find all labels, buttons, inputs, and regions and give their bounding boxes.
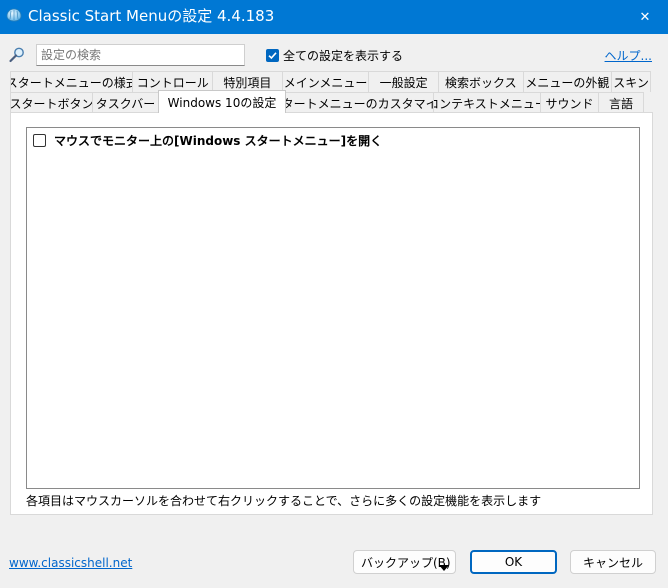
tab-search-box[interactable]: 検索ボックス xyxy=(437,71,524,92)
tab-windows10-settings[interactable]: Windows 10の設定 xyxy=(158,90,286,113)
tab-start-button[interactable]: スタートボタン xyxy=(10,92,93,113)
tab-language[interactable]: 言語 xyxy=(598,92,644,113)
close-icon: ✕ xyxy=(639,9,651,25)
cancel-button[interactable]: キャンセル xyxy=(570,550,656,574)
tab-customize-start-menu[interactable]: スタートメニューのカスタマイズ xyxy=(285,92,434,113)
settings-list[interactable]: マウスでモニター上の[Windows スタートメニュー]を開く xyxy=(26,127,640,489)
tab-row-2: スタートボタン タスクバー Windows 10の設定 スタートメニューのカスタ… xyxy=(10,90,650,113)
setting-open-start-menu-on-hover[interactable]: マウスでモニター上の[Windows スタートメニュー]を開く xyxy=(33,132,382,149)
ok-button[interactable]: OK xyxy=(470,550,557,574)
window-title: Classic Start Menuの設定 4.4.183 xyxy=(28,7,275,25)
backup-label: バックアップ(B) xyxy=(361,555,451,570)
tab-context-menu[interactable]: コンテキストメニュー xyxy=(433,92,541,113)
website-link[interactable]: www.classicshell.net xyxy=(9,556,132,570)
checkmark-icon xyxy=(266,49,279,62)
tab-row-1: スタートメニューの様式 コントロール 特別項目 メインメニュー 一般設定 検索ボ… xyxy=(10,71,651,92)
hint-text: 各項目はマウスカーソルを合わせて右クリックすることで、さらに多くの設定機能を表示… xyxy=(26,494,542,508)
tab-special-items[interactable]: 特別項目 xyxy=(212,71,283,92)
tab-panel: マウスでモニター上の[Windows スタートメニュー]を開く 各項目はマウスカ… xyxy=(10,112,653,515)
setting-label: マウスでモニター上の[Windows スタートメニュー]を開く xyxy=(54,134,383,148)
tab-general[interactable]: 一般設定 xyxy=(368,71,439,92)
backup-button[interactable]: バックアップ(B) xyxy=(353,550,456,574)
chevron-down-icon xyxy=(439,560,449,574)
tab-strip: スタートメニューの様式 コントロール 特別項目 メインメニュー 一般設定 検索ボ… xyxy=(10,71,651,113)
tab-controls[interactable]: コントロール xyxy=(132,71,214,92)
search-input[interactable] xyxy=(36,44,245,66)
tab-menu-look[interactable]: メニューの外観 xyxy=(522,71,613,92)
checkbox-unchecked-icon[interactable] xyxy=(33,134,46,147)
tab-main-menu[interactable]: メインメニュー xyxy=(281,71,370,92)
tab-taskbar[interactable]: タスクバー xyxy=(92,92,159,113)
help-link[interactable]: ヘルプ... xyxy=(605,47,652,64)
tab-skin[interactable]: スキン xyxy=(611,71,651,92)
shell-icon xyxy=(6,7,22,23)
title-bar: Classic Start Menuの設定 4.4.183 ✕ xyxy=(0,0,668,34)
magnifier-icon xyxy=(8,46,26,64)
tab-sound[interactable]: サウンド xyxy=(540,92,599,113)
show-all-settings-label: 全ての設定を表示する xyxy=(283,49,404,63)
tab-start-menu-style[interactable]: スタートメニューの様式 xyxy=(10,71,134,92)
close-button[interactable]: ✕ xyxy=(622,0,668,34)
show-all-settings-checkbox[interactable]: 全ての設定を表示する xyxy=(266,47,403,64)
